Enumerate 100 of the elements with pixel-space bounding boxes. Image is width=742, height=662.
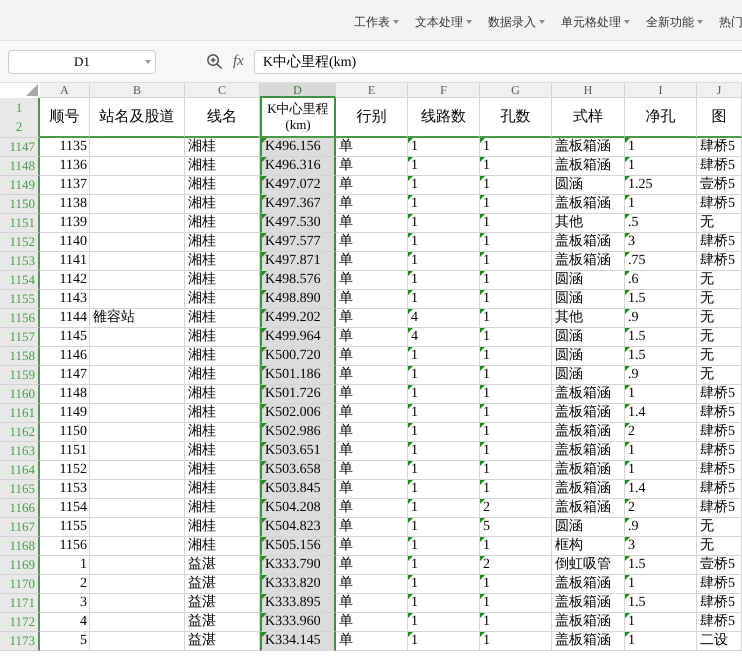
- header-cell: 线名: [185, 98, 260, 138]
- column-header[interactable]: A: [40, 83, 90, 98]
- table-cell: 无: [697, 214, 742, 233]
- table-cell: 1: [408, 613, 480, 632]
- ribbon-menu[interactable]: 文本处理: [411, 12, 476, 32]
- row-number[interactable]: 1162: [0, 423, 40, 442]
- zoom-icon[interactable]: [206, 53, 223, 70]
- table-cell: 1: [480, 252, 552, 271]
- table-cell: 盖板箱涵: [552, 461, 625, 480]
- table-cell: 1: [625, 385, 697, 404]
- table-cell: 盖板箱涵: [552, 499, 625, 518]
- column-header[interactable]: I: [625, 83, 697, 98]
- table-cell: 2: [625, 499, 697, 518]
- row-number[interactable]: 1156: [0, 309, 40, 328]
- number-cell: 4: [40, 613, 90, 632]
- row-number[interactable]: 1154: [0, 271, 40, 290]
- table-cell: 盖板箱涵: [552, 575, 625, 594]
- table-cell: 雒容站: [90, 309, 185, 328]
- table-cell: 肆桥5: [697, 594, 742, 613]
- table-cell: 肆桥5: [697, 157, 742, 176]
- header-cell: 行别: [336, 98, 408, 138]
- table-cell: 1: [408, 442, 480, 461]
- table-cell: 1: [408, 461, 480, 480]
- table-cell: K501.186: [260, 366, 336, 385]
- table-cell: 其他: [552, 214, 625, 233]
- table-cell: 盖板箱涵: [552, 138, 625, 157]
- row-number[interactable]: 1148: [0, 157, 40, 176]
- table-cell: 1: [480, 366, 552, 385]
- row-number[interactable]: 1157: [0, 328, 40, 347]
- row-number[interactable]: 1168: [0, 537, 40, 556]
- row-number[interactable]: 1149: [0, 176, 40, 195]
- table-cell: 1: [480, 328, 552, 347]
- row-number[interactable]: 1155: [0, 290, 40, 309]
- row-number[interactable]: 1151: [0, 214, 40, 233]
- column-header[interactable]: B: [90, 83, 185, 98]
- table-cell: 1.5: [625, 328, 697, 347]
- number-cell: 1143: [40, 290, 90, 309]
- row-number[interactable]: 1161: [0, 404, 40, 423]
- table-cell: 单: [336, 499, 408, 518]
- formula-field[interactable]: K中心里程(km): [254, 50, 742, 74]
- ribbon-menu[interactable]: 全新功能: [642, 12, 707, 32]
- column-header[interactable]: F: [408, 83, 480, 98]
- table-cell: 盖板箱涵: [552, 385, 625, 404]
- table-cell: 圆涵: [552, 271, 625, 290]
- row-number[interactable]: 1160: [0, 385, 40, 404]
- row-number[interactable]: 1164: [0, 461, 40, 480]
- table-cell: 1: [408, 214, 480, 233]
- name-box[interactable]: D1: [8, 50, 156, 74]
- row-number[interactable]: 1172: [0, 613, 40, 632]
- ribbon-menu[interactable]: 热门: [715, 12, 742, 32]
- table-cell: 圆涵: [552, 518, 625, 537]
- ribbon-menu[interactable]: 单元格处理: [557, 12, 634, 32]
- table-cell: 肆桥5: [697, 499, 742, 518]
- row-number[interactable]: 1165: [0, 480, 40, 499]
- table-cell: 无: [697, 366, 742, 385]
- caret-icon: [539, 20, 545, 24]
- column-header[interactable]: J: [697, 83, 742, 98]
- table-cell: 圆涵: [552, 290, 625, 309]
- header-cell: 线路数: [408, 98, 480, 138]
- ribbon-menu[interactable]: 数据录入: [484, 12, 549, 32]
- number-cell: 1135: [40, 138, 90, 157]
- table-cell: K497.367: [260, 195, 336, 214]
- ribbon-menu[interactable]: 工作表: [350, 12, 403, 32]
- table-cell: 1: [408, 537, 480, 556]
- table-cell: 无: [697, 328, 742, 347]
- row-number[interactable]: 1166: [0, 499, 40, 518]
- row-number[interactable]: 1152: [0, 233, 40, 252]
- table-cell: K504.208: [260, 499, 336, 518]
- row-number[interactable]: 1150: [0, 195, 40, 214]
- row-number[interactable]: 1159: [0, 366, 40, 385]
- column-header[interactable]: H: [552, 83, 625, 98]
- table-cell: 单: [336, 347, 408, 366]
- row-number[interactable]: 1147: [0, 138, 40, 157]
- row-number[interactable]: 1153: [0, 252, 40, 271]
- table-cell: 肆桥5: [697, 575, 742, 594]
- row-number[interactable]: 1163: [0, 442, 40, 461]
- column-header[interactable]: E: [336, 83, 408, 98]
- table-cell: 单: [336, 537, 408, 556]
- row-number[interactable]: 1169: [0, 556, 40, 575]
- number-cell: 1149: [40, 404, 90, 423]
- table-cell: 1.25: [625, 176, 697, 195]
- table-cell: 单: [336, 518, 408, 537]
- column-header[interactable]: D: [260, 83, 336, 98]
- row-header[interactable]: 1 2: [0, 98, 40, 138]
- row-number[interactable]: 1170: [0, 575, 40, 594]
- table-cell: 单: [336, 632, 408, 651]
- row-number[interactable]: 1158: [0, 347, 40, 366]
- row-number[interactable]: 1167: [0, 518, 40, 537]
- number-cell: 1137: [40, 176, 90, 195]
- row-number[interactable]: 1171: [0, 594, 40, 613]
- table-cell: 单: [336, 613, 408, 632]
- table-cell: 肆桥5: [697, 480, 742, 499]
- table-cell: K503.658: [260, 461, 336, 480]
- column-header[interactable]: G: [480, 83, 552, 98]
- table-cell: 盖板箱涵: [552, 480, 625, 499]
- function-label[interactable]: fx: [229, 53, 248, 70]
- table-cell: 盖板箱涵: [552, 157, 625, 176]
- column-header[interactable]: C: [185, 83, 260, 98]
- number-cell: 2: [40, 575, 90, 594]
- row-number[interactable]: 1173: [0, 632, 40, 651]
